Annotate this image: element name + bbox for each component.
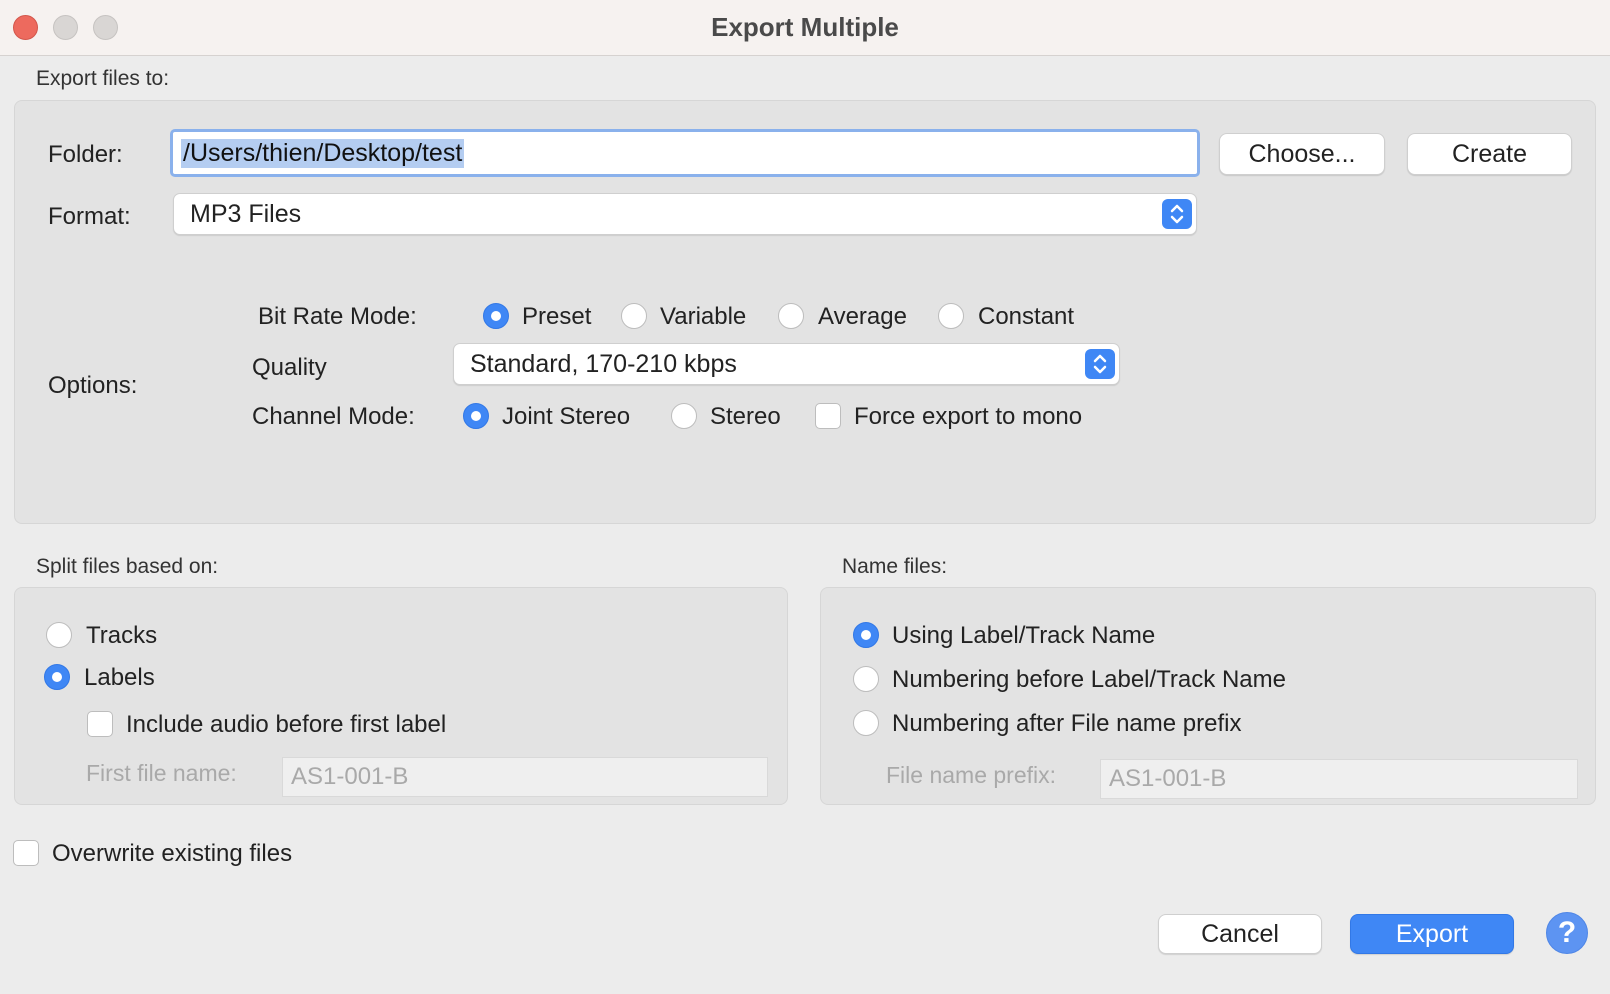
folder-label: Folder: [48,141,123,168]
overwrite-checkbox[interactable] [13,840,39,866]
channel-mode-label: Channel Mode: [252,403,415,430]
first-file-name-input[interactable]: AS1-001-B [282,757,768,797]
force-mono-label: Force export to mono [854,403,1083,430]
name-files-label: Name files: [842,555,948,578]
overwrite-label: Overwrite existing files [52,840,293,867]
split-labels-radio[interactable] [44,664,70,690]
cancel-button[interactable]: Cancel [1158,914,1322,954]
split-labels-label: Labels [84,664,155,691]
channel-stereo-radio[interactable] [671,403,697,429]
options-label: Options: [48,372,138,399]
bit-rate-constant-radio[interactable] [938,303,964,329]
split-tracks-radio[interactable] [46,622,72,648]
bit-rate-average-radio[interactable] [778,303,804,329]
name-numbering-after-radio[interactable] [853,710,879,736]
quality-select[interactable]: Standard, 170-210 kbps [453,343,1120,385]
name-numbering-before-radio[interactable] [853,666,879,692]
bit-rate-constant-label: Constant [978,303,1075,330]
folder-input[interactable]: /Users/thien/Desktop/test [170,129,1200,177]
export-files-to-label: Export files to: [36,67,170,90]
channel-joint-stereo-label: Joint Stereo [502,403,631,430]
channel-joint-stereo-radio[interactable] [463,403,489,429]
format-select[interactable]: MP3 Files [173,193,1197,235]
bit-rate-variable-label: Variable [660,303,747,330]
name-using-label-radio[interactable] [853,622,879,648]
choose-button[interactable]: Choose... [1219,133,1385,175]
name-numbering-after-label: Numbering after File name prefix [892,710,1242,737]
bit-rate-variable-radio[interactable] [621,303,647,329]
file-name-prefix-label: File name prefix: [886,762,1057,788]
name-numbering-before-label: Numbering before Label/Track Name [892,666,1286,693]
file-name-prefix-input[interactable]: AS1-001-B [1100,759,1578,799]
folder-path-text: /Users/thien/Desktop/test [181,138,465,168]
create-button[interactable]: Create [1407,133,1572,175]
quality-value: Standard, 170-210 kbps [470,349,737,378]
bit-rate-average-label: Average [818,303,907,330]
include-audio-label: Include audio before first label [126,711,447,738]
quality-stepper-icon [1085,349,1115,379]
help-icon[interactable]: ? [1546,912,1588,954]
format-label: Format: [48,203,131,230]
split-tracks-label: Tracks [86,622,158,649]
first-file-name-label: First file name: [86,760,237,786]
force-mono-checkbox[interactable] [815,403,841,429]
format-value: MP3 Files [190,199,302,228]
window-title: Export Multiple [711,12,899,42]
channel-stereo-label: Stereo [710,403,781,430]
include-audio-checkbox[interactable] [87,711,113,737]
bit-rate-preset-radio[interactable] [483,303,509,329]
quality-label: Quality [252,354,327,381]
name-using-label-label: Using Label/Track Name [892,622,1156,649]
format-stepper-icon [1162,199,1192,229]
split-files-label: Split files based on: [36,555,219,578]
bit-rate-preset-label: Preset [522,303,592,330]
bit-rate-mode-label: Bit Rate Mode: [258,303,417,330]
export-button[interactable]: Export [1350,914,1514,954]
